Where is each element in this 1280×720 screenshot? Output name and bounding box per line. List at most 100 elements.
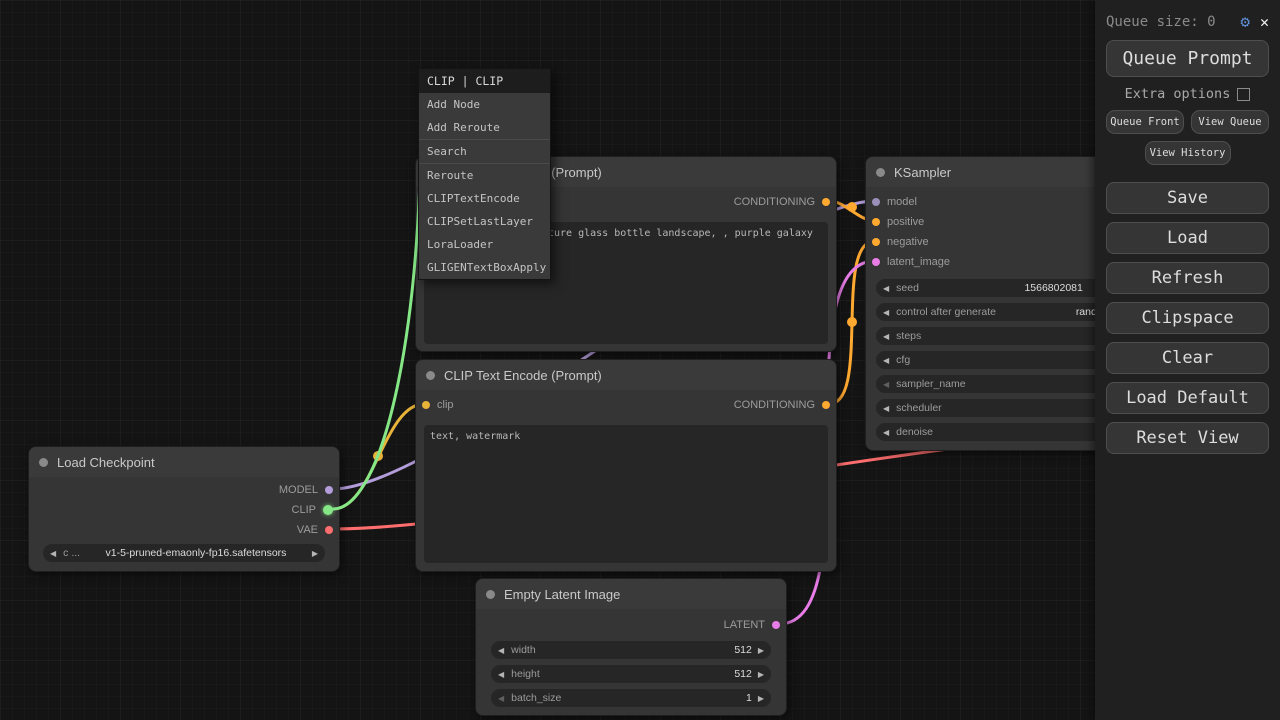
- menu-item-clipsetlastlayer[interactable]: CLIPSetLastLayer: [419, 210, 550, 233]
- link-midpoint-dot[interactable]: [847, 317, 857, 327]
- collapse-dot-icon[interactable]: [426, 371, 435, 380]
- output-slot-latent: LATENT: [724, 619, 780, 631]
- node-title-bar[interactable]: Load Checkpoint: [29, 447, 339, 477]
- conditioning-slot-dot[interactable]: [822, 401, 830, 409]
- node-graph-canvas[interactable]: Load Checkpoint MODEL CLIP VAE: [0, 0, 1280, 720]
- widget-label: steps: [896, 330, 921, 342]
- positive-input-dot[interactable]: [872, 218, 880, 226]
- node-title: Load Checkpoint: [57, 455, 155, 470]
- queue-prompt-button[interactable]: Queue Prompt: [1106, 40, 1269, 77]
- slot-label: CONDITIONING: [734, 196, 815, 208]
- decrement-arrow-icon[interactable]: ◀: [883, 284, 889, 293]
- height-widget[interactable]: ◀ height 512 ▶: [491, 665, 771, 683]
- input-slot-positive: positive: [872, 216, 924, 228]
- menu-item-gligentextboxapply[interactable]: GLIGENTextBoxApply: [419, 256, 550, 279]
- conditioning-slot-dot[interactable]: [822, 198, 830, 206]
- menu-item-loraloader[interactable]: LoraLoader: [419, 233, 550, 256]
- reset-view-button[interactable]: Reset View: [1106, 422, 1269, 454]
- widget-value: 512: [734, 644, 752, 656]
- decrement-arrow-icon[interactable]: ◀: [50, 549, 56, 558]
- collapse-dot-icon[interactable]: [39, 458, 48, 467]
- context-menu-title: CLIP | CLIP: [419, 69, 550, 93]
- context-menu: CLIP | CLIP Add Node Add Reroute Search …: [418, 68, 551, 280]
- decrement-arrow-icon[interactable]: ◀: [498, 670, 504, 679]
- menu-item-search[interactable]: Search: [419, 140, 550, 163]
- prompt-textarea[interactable]: text, watermark: [424, 425, 828, 563]
- input-slot-model: model: [872, 196, 917, 208]
- decrement-arrow-icon[interactable]: ◀: [883, 308, 889, 317]
- node-title-bar[interactable]: CLIP Text Encode (Prompt): [416, 360, 836, 390]
- link-midpoint-dot[interactable]: [373, 451, 383, 461]
- widget-value: v1-5-pruned-emaonly-fp16.safetensors: [80, 547, 312, 559]
- widget-label: denoise: [896, 426, 933, 438]
- latent-slot-dot[interactable]: [772, 621, 780, 629]
- increment-arrow-icon[interactable]: ▶: [758, 694, 764, 703]
- increment-arrow-icon[interactable]: ▶: [312, 549, 318, 558]
- queue-front-button[interactable]: Queue Front: [1106, 110, 1184, 134]
- decrement-arrow-icon[interactable]: ◀: [883, 428, 889, 437]
- model-slot-dot[interactable]: [325, 486, 333, 494]
- clip-input-dot[interactable]: [422, 401, 430, 409]
- slot-label: CLIP: [292, 504, 316, 516]
- latent-input-dot[interactable]: [872, 258, 880, 266]
- extra-options-label: Extra options: [1125, 86, 1231, 102]
- node-title: KSampler: [894, 165, 951, 180]
- close-icon[interactable]: ✕: [1260, 13, 1269, 31]
- clear-button[interactable]: Clear: [1106, 342, 1269, 374]
- output-slot-vae: VAE: [297, 524, 333, 536]
- menu-item-add-reroute[interactable]: Add Reroute: [419, 116, 550, 139]
- load-default-button[interactable]: Load Default: [1106, 382, 1269, 414]
- clip-slot-dot[interactable]: [323, 505, 333, 515]
- link-midpoint-dot[interactable]: [847, 202, 857, 212]
- slot-row: clip CONDITIONING: [416, 395, 836, 415]
- decrement-arrow-icon[interactable]: ◀: [883, 404, 889, 413]
- clipspace-button[interactable]: Clipspace: [1106, 302, 1269, 334]
- widget-value: 1566802081: [1024, 282, 1082, 294]
- slot-label: latent_image: [887, 256, 950, 268]
- width-widget[interactable]: ◀ width 512 ▶: [491, 641, 771, 659]
- widget-label: control after generate: [896, 306, 996, 318]
- node-title: CLIP Text Encode (Prompt): [444, 368, 602, 383]
- widget-value: 1: [746, 692, 752, 704]
- slot-label: LATENT: [724, 619, 765, 631]
- node-clip-text-encode-negative[interactable]: CLIP Text Encode (Prompt) clip CONDITION…: [415, 359, 837, 572]
- slot-label: clip: [437, 399, 454, 411]
- decrement-arrow-icon[interactable]: ◀: [498, 646, 504, 655]
- menu-item-cliptextencode[interactable]: CLIPTextEncode: [419, 187, 550, 210]
- batch-size-widget[interactable]: ◀ batch_size 1 ▶: [491, 689, 771, 707]
- load-button[interactable]: Load: [1106, 222, 1269, 254]
- slot-label: CONDITIONING: [734, 399, 815, 411]
- decrement-arrow-icon[interactable]: ◀: [883, 380, 889, 389]
- ckpt-name-combo[interactable]: ◀ c ... v1-5-pruned-emaonly-fp16.safeten…: [43, 544, 325, 562]
- view-history-button[interactable]: View History: [1145, 141, 1231, 165]
- menu-item-add-node[interactable]: Add Node: [419, 93, 550, 116]
- node-load-checkpoint[interactable]: Load Checkpoint MODEL CLIP VAE: [28, 446, 340, 572]
- increment-arrow-icon[interactable]: ▶: [758, 646, 764, 655]
- menu-item-reroute[interactable]: Reroute: [419, 164, 550, 187]
- negative-input-dot[interactable]: [872, 238, 880, 246]
- increment-arrow-icon[interactable]: ▶: [758, 670, 764, 679]
- refresh-button[interactable]: Refresh: [1106, 262, 1269, 294]
- decrement-arrow-icon[interactable]: ◀: [498, 694, 504, 703]
- slot-row: MODEL: [29, 480, 339, 500]
- decrement-arrow-icon[interactable]: ◀: [883, 356, 889, 365]
- node-empty-latent-image[interactable]: Empty Latent Image LATENT ◀ width 512 ▶ …: [475, 578, 787, 716]
- slot-label: MODEL: [279, 484, 318, 496]
- collapse-dot-icon[interactable]: [876, 168, 885, 177]
- decrement-arrow-icon[interactable]: ◀: [883, 332, 889, 341]
- widget-label: width: [511, 644, 536, 656]
- input-slot-clip: clip: [422, 399, 454, 411]
- vae-slot-dot[interactable]: [325, 526, 333, 534]
- settings-gear-icon[interactable]: ⚙: [1240, 12, 1250, 31]
- save-button[interactable]: Save: [1106, 182, 1269, 214]
- view-queue-button[interactable]: View Queue: [1191, 110, 1269, 134]
- node-title-bar[interactable]: Empty Latent Image: [476, 579, 786, 609]
- output-slot-conditioning: CONDITIONING: [734, 399, 830, 411]
- model-input-dot[interactable]: [872, 198, 880, 206]
- extra-options-checkbox[interactable]: [1237, 88, 1250, 101]
- widget-value: 512: [734, 668, 752, 680]
- comfy-menu-panel: Queue size: 0 ⚙ ✕ Queue Prompt Extra opt…: [1095, 0, 1280, 720]
- collapse-dot-icon[interactable]: [486, 590, 495, 599]
- output-slot-clip: CLIP: [292, 504, 333, 516]
- slot-row: VAE: [29, 520, 339, 540]
